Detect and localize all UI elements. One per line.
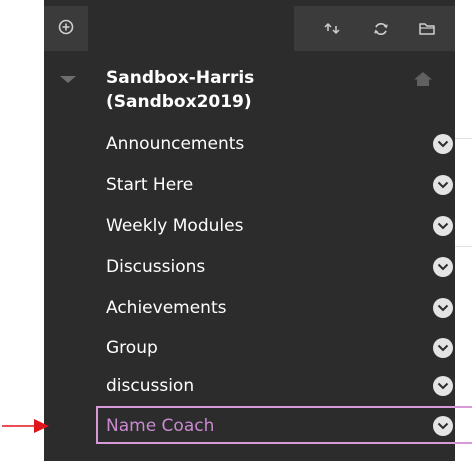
add-menu-item-button[interactable] bbox=[44, 6, 88, 51]
home-icon[interactable] bbox=[413, 71, 433, 91]
add-circle-icon bbox=[58, 19, 74, 39]
chevron-down-icon[interactable] bbox=[433, 338, 453, 358]
course-menu-panel: Sandbox-Harris (Sandbox2019) Announcemen… bbox=[44, 0, 472, 461]
folder-icon bbox=[418, 21, 436, 37]
divider bbox=[455, 246, 472, 247]
menu-item-group[interactable]: Group bbox=[44, 328, 455, 368]
chevron-down-icon[interactable] bbox=[433, 175, 453, 195]
course-header[interactable]: Sandbox-Harris (Sandbox2019) bbox=[44, 62, 455, 122]
course-menu-toolbar bbox=[44, 0, 455, 57]
red-arrow-icon bbox=[0, 416, 50, 436]
folder-view-button[interactable] bbox=[409, 6, 445, 51]
course-menu-screenshot: Sandbox-Harris (Sandbox2019) Announcemen… bbox=[0, 0, 472, 461]
menu-item-announcements[interactable]: Announcements bbox=[44, 124, 455, 164]
menu-item-label: Start Here bbox=[106, 175, 194, 195]
menu-item-label: Group bbox=[106, 338, 158, 358]
menu-item-weekly-modules[interactable]: Weekly Modules bbox=[44, 206, 455, 246]
menu-item-discussions[interactable]: Discussions bbox=[44, 247, 455, 287]
chevron-down-icon[interactable] bbox=[433, 134, 453, 154]
refresh-button[interactable] bbox=[363, 6, 399, 51]
reorder-icon bbox=[323, 21, 341, 37]
refresh-icon bbox=[373, 21, 389, 37]
highlight-box bbox=[96, 406, 472, 444]
menu-item-label: Announcements bbox=[106, 134, 245, 154]
course-title-line-2: (Sandbox2019) bbox=[106, 92, 252, 112]
collapse-caret-icon[interactable] bbox=[60, 76, 76, 83]
chevron-down-icon[interactable] bbox=[433, 298, 453, 318]
divider bbox=[455, 138, 472, 139]
menu-item-achievements[interactable]: Achievements bbox=[44, 288, 455, 328]
course-title-line-1: Sandbox-Harris bbox=[106, 68, 255, 88]
menu-item-label: discussion bbox=[106, 376, 195, 396]
menu-item-label: Achievements bbox=[106, 298, 227, 318]
chevron-down-icon[interactable] bbox=[433, 376, 453, 396]
course-title[interactable]: Sandbox-Harris (Sandbox2019) bbox=[106, 66, 406, 114]
chevron-down-icon[interactable] bbox=[433, 216, 453, 236]
menu-item-label: Discussions bbox=[106, 257, 206, 277]
menu-item-label: Weekly Modules bbox=[106, 216, 244, 236]
chevron-down-icon[interactable] bbox=[433, 257, 453, 277]
menu-item-start-here[interactable]: Start Here bbox=[44, 165, 455, 205]
menu-item-discussion[interactable]: discussion bbox=[44, 366, 455, 406]
reorder-button[interactable] bbox=[314, 6, 350, 51]
content-area-edge bbox=[455, 0, 472, 461]
